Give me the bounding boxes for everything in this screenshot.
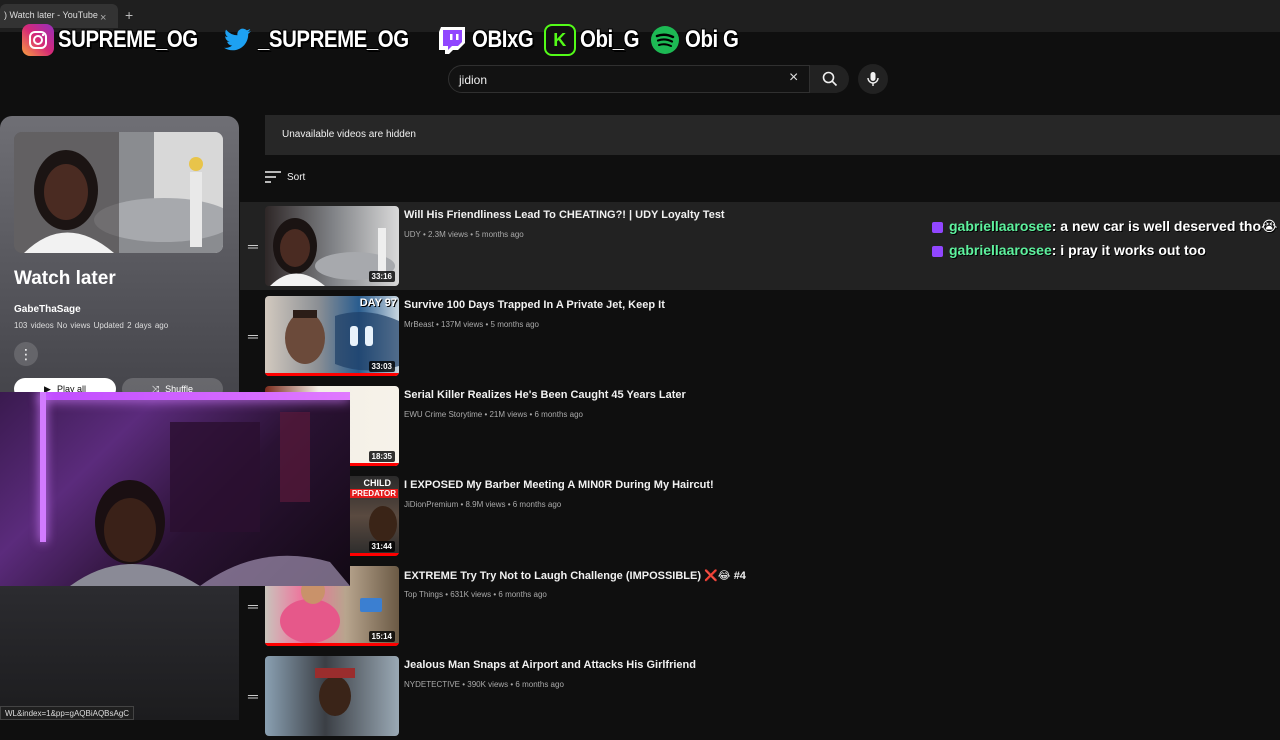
search-input[interactable]: jidion [459,73,487,87]
thumbnail-overlay-text: CHILD [363,478,392,488]
led-strip [40,392,350,400]
led-strip-vertical [40,392,46,542]
webcam-image [70,412,350,586]
twitch-badge-icon [932,221,943,233]
video-thumbnail[interactable]: DAY 97 33:03 [265,296,399,376]
twitch-handle: OBIxG [436,24,544,56]
status-url-tooltip: WL&index=1&pp=gAQBiAQBsAgC [0,706,135,720]
instagram-icon [22,24,54,56]
twitter-text: _SUPREME_OG [258,26,410,53]
webcam-overlay [0,392,350,586]
twitch-text: OBIxG [471,26,534,53]
chat-message: gabriellaarosee: i pray it works out too [932,242,1206,258]
thumbnail-overlay-text: PREDATOR [349,489,398,498]
video-duration: 33:16 [368,271,395,282]
sort-button[interactable]: Sort [265,171,305,183]
video-meta: EWU Crime Storytime • 21M views • 6 mont… [404,410,583,419]
twitch-badge-icon [932,245,943,257]
drag-handle-icon[interactable]: ═ [248,688,258,704]
spotify-text: Obi G [685,26,739,53]
sort-label: Sort [287,171,306,183]
playlist-thumbnail-image [14,132,223,253]
video-row-5[interactable]: ═ 15:14 EXTREME Try Try Not to Laugh Cha… [240,562,1280,650]
search-icon [822,71,837,87]
drag-handle-icon[interactable]: ═ [248,238,258,254]
spotify-handle: Obi G [649,24,748,56]
kick-handle: K Obi_G [543,24,650,56]
chat-username: gabriellaarosee [949,242,1052,258]
video-title[interactable]: I EXPOSED My Barber Meeting A MIN0R Duri… [404,479,714,491]
instagram-handle: SUPREME_OG [22,24,222,56]
video-meta: JiDionPremium • 8.9M views • 6 months ag… [404,500,562,509]
more-options-icon[interactable]: ⋮ [14,342,38,366]
video-thumbnail[interactable] [265,656,399,736]
stream-social-overlay: SUPREME_OG _SUPREME_OG OBIxG K Obi_G Obi… [0,22,1280,58]
clear-search-icon[interactable]: × [789,69,798,87]
video-row-4[interactable]: ═ CHILD PREDATOR 31:44 I EXPOSED My Barb… [240,472,1280,560]
new-tab-button[interactable]: + [125,7,133,23]
playlist-owner[interactable]: GabeThaSage [14,304,81,315]
chat-username: gabriellaarosee [949,218,1052,234]
voice-search-button[interactable] [858,64,888,94]
video-duration: 33:03 [368,361,395,372]
video-title[interactable]: EXTREME Try Try Not to Laugh Challenge (… [404,569,746,582]
video-title[interactable]: Will His Friendliness Lead To CHEATING?!… [404,209,725,221]
twitter-icon [222,24,254,56]
twitter-handle: _SUPREME_OG [222,24,435,56]
video-title[interactable]: Serial Killer Realizes He's Been Caught … [404,389,686,401]
video-meta: UDY • 2.3M views • 5 months ago [404,230,524,239]
video-meta: Top Things • 631K views • 6 months ago [404,590,547,599]
video-duration: 31:44 [368,541,395,552]
video-thumbnail[interactable]: 33:16 [265,206,399,286]
video-row-2[interactable]: ═ DAY 97 33:03 Survive 100 Days Trapped … [240,292,1280,380]
twitch-icon [436,24,468,56]
video-row-6[interactable]: ═ Jealous Man Snaps at Airport and Attac… [240,652,1280,740]
watch-progress-bar [265,373,399,376]
playlist-title: Watch later [14,268,116,289]
video-meta: MrBeast • 137M views • 5 months ago [404,320,539,329]
sort-icon [265,171,281,183]
thumbnail-overlay-text: DAY 97 [359,297,397,309]
chat-text: : a new car is well deserved tho😭 [1051,218,1278,234]
video-thumbnail-image [315,668,355,716]
video-row-3[interactable]: ═ 18:35 Serial Killer Realizes He's Been… [240,382,1280,470]
chat-text: : i pray it works out too [1051,242,1206,258]
video-title[interactable]: Survive 100 Days Trapped In A Private Je… [404,299,665,311]
search-box[interactable]: jidion × [448,65,849,93]
video-title[interactable]: Jealous Man Snaps at Airport and Attacks… [404,659,696,671]
search-button[interactable] [809,65,849,93]
drag-handle-icon[interactable]: ═ [248,598,258,614]
kick-text: Obi_G [579,26,640,53]
drag-handle-icon[interactable]: ═ [248,328,258,344]
unavailable-videos-notice: Unavailable videos are hidden [265,115,1280,155]
microphone-icon [867,72,879,86]
playlist-meta: 103 videos No views Updated 2 days ago [14,321,169,330]
playlist-thumbnail[interactable] [14,132,223,253]
instagram-text: SUPREME_OG [58,26,198,53]
kick-icon: K [543,24,576,56]
chat-message: gabriellaarosee: a new car is well deser… [932,218,1277,235]
video-duration: 18:35 [368,451,395,462]
tab-title: ) Watch later - YouTube [4,10,98,20]
spotify-icon [649,24,681,56]
video-meta: NYDETECTIVE • 390K views • 6 months ago [404,680,564,689]
video-duration: 15:14 [368,631,395,642]
watch-progress-bar [265,643,399,646]
